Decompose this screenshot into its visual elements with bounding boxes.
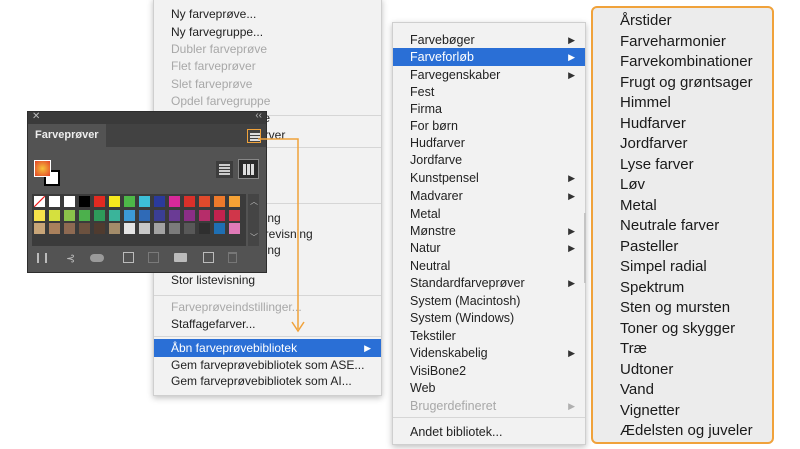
gradient-library-item[interactable]: Vignetter <box>620 402 680 419</box>
submenu-item[interactable]: Brugerdefineret ▶ <box>393 397 585 415</box>
submenu-item-label: Brugerdefineret <box>410 399 497 413</box>
submenu-item[interactable]: Farveforløb ▶ <box>393 48 585 66</box>
submenu-item[interactable]: Kunstpensel ▶ <box>393 169 585 187</box>
submenu-item-label: Kunstpensel <box>410 171 479 185</box>
submenu-item-label: Videnskabelig <box>410 346 488 360</box>
submenu-item-label: VisiBone2 <box>410 364 467 378</box>
submenu-arrow-icon: ▶ <box>568 35 575 45</box>
gradient-library-item[interactable]: Frugt og grøntsager <box>620 74 753 91</box>
gradient-library-item[interactable]: Løv <box>620 176 645 193</box>
gradient-library-item[interactable]: Træ <box>620 340 647 357</box>
gradient-library-item[interactable]: Himmel <box>620 94 671 111</box>
submenu-item[interactable]: Farvebøger ▶ <box>393 31 585 49</box>
gradient-library-item[interactable]: Farvekombinationer <box>620 53 753 70</box>
gradient-library-item[interactable]: Hudfarver <box>620 115 686 132</box>
submenu-item[interactable]: Tekstiler <box>393 327 585 345</box>
submenu-arrow-icon: ▶ <box>568 278 575 288</box>
submenu-item[interactable]: For børn <box>393 117 585 135</box>
submenu-item-label: Firma <box>410 102 442 116</box>
submenu-item[interactable]: Jordfarve <box>393 151 585 169</box>
submenu-item-label: Standardfarveprøver <box>410 276 525 290</box>
gradient-library-item[interactable]: Pasteller <box>620 238 678 255</box>
submenu-item[interactable]: Firma <box>393 100 585 118</box>
submenu-item[interactable]: Farvegenskaber ▶ <box>393 66 585 84</box>
submenu-scrollbar[interactable] <box>584 213 586 283</box>
submenu-item[interactable]: Neutral <box>393 257 585 275</box>
submenu-item-label: System (Macintosh) <box>410 294 521 308</box>
submenu-arrow-icon: ▶ <box>568 70 575 80</box>
submenu-item-label: Web <box>410 381 436 395</box>
menu-item-other-library[interactable]: Andet bibliotek... <box>393 423 585 441</box>
submenu-item-label: Mønstre <box>410 224 456 238</box>
swatch-library-submenu: Farvebøger ▶ Farveforløb ▶ Farvegenskaber ▶ Fe… <box>392 22 586 445</box>
menu-separator <box>393 417 585 418</box>
submenu-item-label: Hudfarver <box>410 136 465 150</box>
submenu-arrow-icon: ▶ <box>568 226 575 236</box>
submenu-item-label: For børn <box>410 119 458 133</box>
submenu-item-label: Natur <box>410 241 441 255</box>
submenu-item-label: Neutral <box>410 259 451 273</box>
submenu-item[interactable]: Standardfarveprøver ▶ <box>393 274 585 292</box>
submenu-item[interactable]: Videnskabelig ▶ <box>393 344 585 362</box>
gradients-library-list: Årstider Farveharmonier Farvekombinationer… <box>591 6 774 444</box>
submenu-item[interactable]: Metal <box>393 205 585 223</box>
submenu-arrow-icon: ▶ <box>568 173 575 183</box>
gradient-library-item[interactable]: Vand <box>620 381 654 398</box>
submenu-item[interactable]: VisiBone2 <box>393 362 585 380</box>
submenu-item-label: Tekstiler <box>410 329 456 343</box>
gradient-library-item[interactable]: Metal <box>620 197 657 214</box>
submenu-arrow-icon: ▶ <box>568 52 575 62</box>
submenu-item[interactable]: Web <box>393 379 585 397</box>
submenu-item-label: Fest <box>410 85 435 99</box>
submenu-item-label: Metal <box>410 207 441 221</box>
gradient-library-item[interactable]: Spektrum <box>620 279 684 296</box>
submenu-item[interactable]: Mønstre ▶ <box>393 222 585 240</box>
submenu-item[interactable]: Hudfarver <box>393 134 585 152</box>
gradient-library-item[interactable]: Neutrale farver <box>620 217 719 234</box>
submenu-item[interactable]: Fest <box>393 83 585 101</box>
gradient-library-item[interactable]: Farveharmonier <box>620 33 726 50</box>
gradient-library-item[interactable]: Simpel radial <box>620 258 707 275</box>
submenu-item[interactable]: System (Macintosh) <box>393 292 585 310</box>
submenu-arrow-icon: ▶ <box>568 243 575 253</box>
submenu-item-label: Farvebøger <box>410 33 475 47</box>
submenu-item-label: Jordfarve <box>410 153 463 167</box>
submenu-item-label: Madvarer <box>410 189 463 203</box>
gradient-library-item[interactable]: Udtoner <box>620 361 673 378</box>
gradient-library-item[interactable]: Årstider <box>620 12 672 29</box>
submenu-arrow-icon: ▶ <box>568 191 575 201</box>
submenu-item-label: Farvegenskaber <box>410 68 501 82</box>
submenu-item[interactable]: Madvarer ▶ <box>393 187 585 205</box>
submenu-item-label: Farveforløb <box>410 50 474 64</box>
gradient-library-item[interactable]: Ædelsten og juveler <box>620 422 753 439</box>
gradient-library-item[interactable]: Toner og skygger <box>620 320 735 337</box>
submenu-arrow-icon: ▶ <box>568 348 575 358</box>
gradient-library-item[interactable]: Sten og mursten <box>620 299 730 316</box>
gradient-library-item[interactable]: Jordfarver <box>620 135 688 152</box>
gradient-library-item[interactable]: Lyse farver <box>620 156 694 173</box>
submenu-item-label: System (Windows) <box>410 311 515 325</box>
submenu-item[interactable]: Natur ▶ <box>393 239 585 257</box>
submenu-item[interactable]: System (Windows) <box>393 309 585 327</box>
submenu-arrow-icon: ▶ <box>568 401 575 411</box>
